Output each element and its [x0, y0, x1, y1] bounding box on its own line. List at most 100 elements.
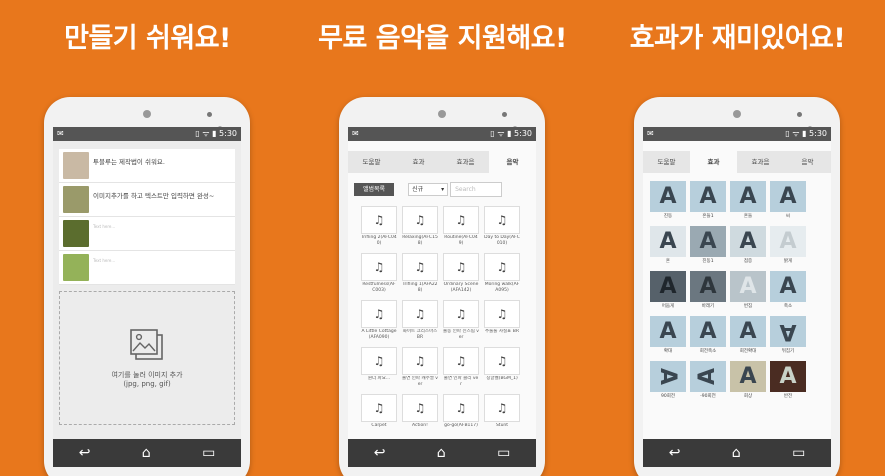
- music-track-label: Stunt: [495, 423, 509, 428]
- music-note-icon: ♫: [402, 206, 438, 234]
- tab-effects[interactable]: 효과: [395, 151, 442, 173]
- effect-item[interactable]: A 확대: [650, 316, 686, 359]
- music-track[interactable]: ♫ Day to Day(AFC010): [484, 206, 520, 247]
- recent-apps-icon[interactable]: ▭: [497, 445, 510, 461]
- tab-help[interactable]: 도움말: [643, 151, 690, 173]
- back-icon[interactable]: ↩: [79, 445, 91, 461]
- home-icon[interactable]: ⌂: [437, 445, 446, 461]
- effect-item[interactable]: A씨: [770, 181, 806, 224]
- slide-item[interactable]: Text here...: [59, 251, 235, 285]
- effect-item[interactable]: A 점증: [730, 226, 766, 269]
- effect-item[interactable]: A 흔들: [730, 181, 766, 224]
- music-track-label: Restfulness(AFC003): [362, 282, 396, 293]
- music-track[interactable]: ♫ 출동 인파 신스림 ver: [443, 300, 479, 341]
- tab-music[interactable]: 음악: [784, 151, 831, 173]
- music-panel: 앨범목록 신규 ▾ Search ♫ Trifling 2(AFC040) ♫ Rel…: [348, 173, 536, 439]
- speaker: [143, 110, 151, 118]
- home-icon[interactable]: ⌂: [732, 445, 741, 461]
- album-list-button[interactable]: 앨범목록: [354, 182, 395, 196]
- music-track-label: A Little Cottage(AFA090): [361, 329, 397, 340]
- slide-item[interactable]: 이미지추가를 하고 텍스트만 입력하면 완성~: [59, 183, 235, 217]
- music-track[interactable]: ♫ 화이트 크리스마스 BR: [402, 300, 438, 341]
- music-note-icon: ♫: [361, 394, 397, 422]
- effect-label: 90회전: [660, 394, 675, 399]
- status-time: 5:30: [219, 129, 237, 138]
- nav-bar: ↩ ⌂ ▭: [643, 439, 831, 467]
- effect-item[interactable]: A 어둡게: [650, 271, 686, 314]
- music-note-icon: ♫: [361, 253, 397, 281]
- music-track[interactable]: ♫ Ordinary Scene(AFA142): [443, 253, 479, 294]
- effect-glyph: A: [739, 364, 757, 389]
- effect-item[interactable]: A 진동: [650, 181, 686, 224]
- camera: [502, 112, 507, 117]
- music-track[interactable]: ♫ Routine(AFC049): [443, 206, 479, 247]
- music-track[interactable]: ♫ Trifling 2(AFC040): [361, 206, 397, 247]
- effect-item[interactable]: A 회상: [730, 361, 766, 404]
- music-track[interactable]: ♫ A Little Cottage(AFA090): [361, 300, 397, 341]
- headline-music: 무료 음악을 지원해요!: [318, 23, 567, 54]
- effect-item[interactable]: A흔: [650, 226, 686, 269]
- effect-item[interactable]: A 진동1: [690, 226, 726, 269]
- effect-item[interactable]: A 밝게: [770, 226, 806, 269]
- effect-item[interactable]: A 회전축소: [690, 316, 726, 359]
- music-track-label: 징글벨(BGM_1): [486, 376, 518, 381]
- music-track[interactable]: ♫ go-go(AFB117): [443, 394, 479, 435]
- music-track[interactable]: ♫ Moring walk(AFA095): [484, 253, 520, 294]
- effect-item[interactable]: A 반전: [770, 361, 806, 404]
- slide-item[interactable]: Text here...: [59, 217, 235, 251]
- effect-label: 어둡게: [661, 304, 675, 309]
- music-track-label: 출동 인파 신스림 ver: [443, 329, 479, 340]
- effect-preview: A: [650, 361, 686, 392]
- effect-label: 회전확대: [739, 349, 757, 354]
- music-track[interactable]: ♫ Stunt: [484, 394, 520, 435]
- effect-preview: A: [690, 226, 726, 257]
- effect-item[interactable]: A -90회전: [690, 361, 726, 404]
- back-icon[interactable]: ↩: [374, 445, 386, 461]
- effect-item[interactable]: A 축소: [770, 271, 806, 314]
- music-track-label: 화이트 크리스마스 BR: [402, 329, 438, 340]
- music-grid: ♫ Trifling 2(AFC040) ♫ Relaxing(AFC158) ♫ Rou…: [361, 206, 530, 435]
- screen: ✉ ▯ ᯤ ▮ 5:30 투블루는 제작법이 쉬워요. 이미지추가를 하고 텍스트…: [53, 127, 241, 467]
- slide-text: 투블루는 제작법이 쉬워요.: [93, 158, 165, 166]
- effect-item[interactable]: A 바래기: [690, 271, 726, 314]
- music-track[interactable]: ♫ Trifling 1(AFA228): [402, 253, 438, 294]
- effect-item[interactable]: A 번짐: [730, 271, 766, 314]
- speaker: [438, 110, 446, 118]
- music-track[interactable]: ♫ Action!: [402, 394, 438, 435]
- slide-text: 이미지추가를 하고 텍스트만 입력하면 완성~: [93, 192, 215, 200]
- recent-apps-icon[interactable]: ▭: [202, 445, 215, 461]
- back-icon[interactable]: ↩: [669, 445, 681, 461]
- music-note-icon: ♫: [443, 206, 479, 234]
- music-track[interactable]: ♫ 출연 인파 캐주얼 ver: [402, 347, 438, 388]
- search-input[interactable]: Search: [450, 181, 503, 197]
- music-track[interactable]: ♫ 징글벨(BGM_1): [484, 347, 520, 388]
- tab-music[interactable]: 음악: [489, 151, 536, 173]
- effect-item[interactable]: A 회전확대: [730, 316, 766, 359]
- music-note-icon: ♫: [361, 300, 397, 328]
- music-track[interactable]: ♫ 추룰룰 사실표 BR: [484, 300, 520, 341]
- tab-sound-effects[interactable]: 효과음: [442, 151, 489, 173]
- music-track[interactable]: ♫ Carpet: [361, 394, 397, 435]
- speaker: [733, 110, 741, 118]
- tab-sound-effects[interactable]: 효과음: [737, 151, 784, 173]
- sort-select[interactable]: 신규 ▾: [408, 182, 449, 196]
- effect-item[interactable]: A 흔들1: [690, 181, 726, 224]
- music-track[interactable]: ♫ Restfulness(AFC003): [361, 253, 397, 294]
- tab-effects[interactable]: 효과: [690, 151, 737, 173]
- music-note-icon: ♫: [443, 300, 479, 328]
- slide-item[interactable]: 투블루는 제작법이 쉬워요.: [59, 149, 235, 183]
- effect-item[interactable]: A 90회전: [650, 361, 686, 404]
- effect-glyph: A: [739, 319, 757, 344]
- add-image-area[interactable]: 여기를 눌러 이미지 추가 (jpg, png, gif): [59, 291, 235, 425]
- effect-preview: A: [690, 316, 726, 347]
- music-track-label: Carpet: [371, 423, 387, 428]
- music-track[interactable]: ♫ 출연 인파 클리 ver: [443, 347, 479, 388]
- home-icon[interactable]: ⌂: [142, 445, 151, 461]
- effect-item[interactable]: A 뒤집기: [770, 316, 806, 359]
- status-bar: ✉ ▯ ᯤ ▮ 5:30: [643, 127, 831, 141]
- recent-apps-icon[interactable]: ▭: [792, 445, 805, 461]
- music-track[interactable]: ♫ 원더 파요...: [361, 347, 397, 388]
- tab-help[interactable]: 도움말: [348, 151, 395, 173]
- music-track[interactable]: ♫ Relaxing(AFC158): [402, 206, 438, 247]
- effect-glyph: A: [739, 184, 757, 209]
